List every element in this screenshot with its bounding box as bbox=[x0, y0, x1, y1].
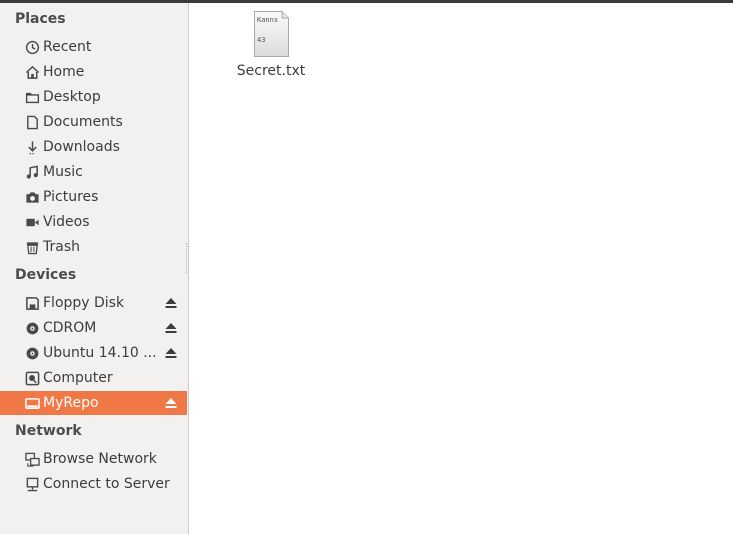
sidebar-item-label: Documents bbox=[43, 114, 123, 130]
sidebar-item-music[interactable]: Music bbox=[0, 160, 187, 184]
file-view[interactable]: Kanns 43 Secret.txt bbox=[190, 3, 733, 534]
floppy-icon bbox=[24, 295, 40, 311]
home-icon bbox=[24, 64, 40, 80]
download-icon bbox=[24, 139, 40, 155]
devices-heading: Devices bbox=[15, 267, 77, 283]
video-icon bbox=[24, 214, 40, 230]
disc-icon bbox=[24, 345, 40, 361]
disc-icon bbox=[24, 320, 40, 336]
sidebar-item-label: Recent bbox=[43, 39, 92, 55]
camera-icon bbox=[24, 189, 40, 205]
eject-icon[interactable] bbox=[164, 396, 178, 410]
clock-icon bbox=[24, 39, 40, 55]
sidebar-item-connect-to-server[interactable]: Connect to Server bbox=[0, 472, 187, 496]
sidebar-item-label: Browse Network bbox=[43, 451, 157, 467]
sidebar-item-label: Desktop bbox=[43, 89, 101, 105]
file-preview-line: 43 bbox=[257, 36, 265, 44]
places-heading: Places bbox=[15, 11, 66, 27]
sidebar-item-pictures[interactable]: Pictures bbox=[0, 185, 187, 209]
sidebar-item-desktop[interactable]: Desktop bbox=[0, 85, 187, 109]
sidebar-item-home[interactable]: Home bbox=[0, 60, 187, 84]
folder-icon bbox=[24, 89, 40, 105]
file-name: Secret.txt bbox=[236, 63, 306, 79]
sidebar-item-myrepo[interactable]: MyRepo bbox=[0, 391, 187, 415]
sidebar-item-floppy-disk[interactable]: Floppy Disk bbox=[0, 291, 187, 315]
sidebar-item-computer[interactable]: Computer bbox=[0, 366, 187, 390]
sidebar-item-cdrom[interactable]: CDROM bbox=[0, 316, 187, 340]
eject-icon[interactable] bbox=[164, 296, 178, 310]
computer-icon bbox=[24, 370, 40, 386]
sidebar-item-label: Music bbox=[43, 164, 83, 180]
sidebar-item-label: Ubuntu 14.10 ... bbox=[43, 345, 157, 361]
sidebar-item-documents[interactable]: Documents bbox=[0, 110, 187, 134]
sidebar-item-label: Downloads bbox=[43, 139, 120, 155]
eject-icon[interactable] bbox=[164, 321, 178, 335]
sidebar-item-ubuntu-disc[interactable]: Ubuntu 14.10 ... bbox=[0, 341, 187, 365]
sidebar-resize-handle[interactable] bbox=[186, 243, 188, 273]
sidebar-item-label: CDROM bbox=[43, 320, 97, 336]
sidebar-item-label: Trash bbox=[43, 239, 80, 255]
sidebar-item-label: Floppy Disk bbox=[43, 295, 125, 311]
document-icon bbox=[24, 114, 40, 130]
sidebar-item-downloads[interactable]: Downloads bbox=[0, 135, 187, 159]
trash-icon bbox=[24, 239, 40, 255]
network-heading: Network bbox=[15, 423, 82, 439]
text-file-icon: Kanns 43 bbox=[252, 11, 290, 57]
sidebar-item-label: Computer bbox=[43, 370, 113, 386]
eject-icon[interactable] bbox=[164, 346, 178, 360]
file-item[interactable]: Kanns 43 Secret.txt bbox=[236, 11, 306, 79]
sidebar-item-browse-network[interactable]: Browse Network bbox=[0, 447, 187, 471]
sidebar-item-label: Videos bbox=[43, 214, 90, 230]
sidebar-item-label: Home bbox=[43, 64, 85, 80]
file-preview-line: Kanns bbox=[257, 16, 278, 24]
sidebar: Places Recent Home Desktop Documents Dow… bbox=[0, 3, 189, 534]
sidebar-item-trash[interactable]: Trash bbox=[0, 235, 187, 259]
sidebar-item-label: Connect to Server bbox=[43, 476, 170, 492]
sidebar-item-label: MyRepo bbox=[43, 395, 99, 411]
drive-icon bbox=[24, 395, 40, 411]
sidebar-item-label: Pictures bbox=[43, 189, 99, 205]
sidebar-item-videos[interactable]: Videos bbox=[0, 210, 187, 234]
music-icon bbox=[24, 164, 40, 180]
network-icon bbox=[24, 451, 40, 467]
server-icon bbox=[24, 476, 40, 492]
sidebar-item-recent[interactable]: Recent bbox=[0, 35, 187, 59]
